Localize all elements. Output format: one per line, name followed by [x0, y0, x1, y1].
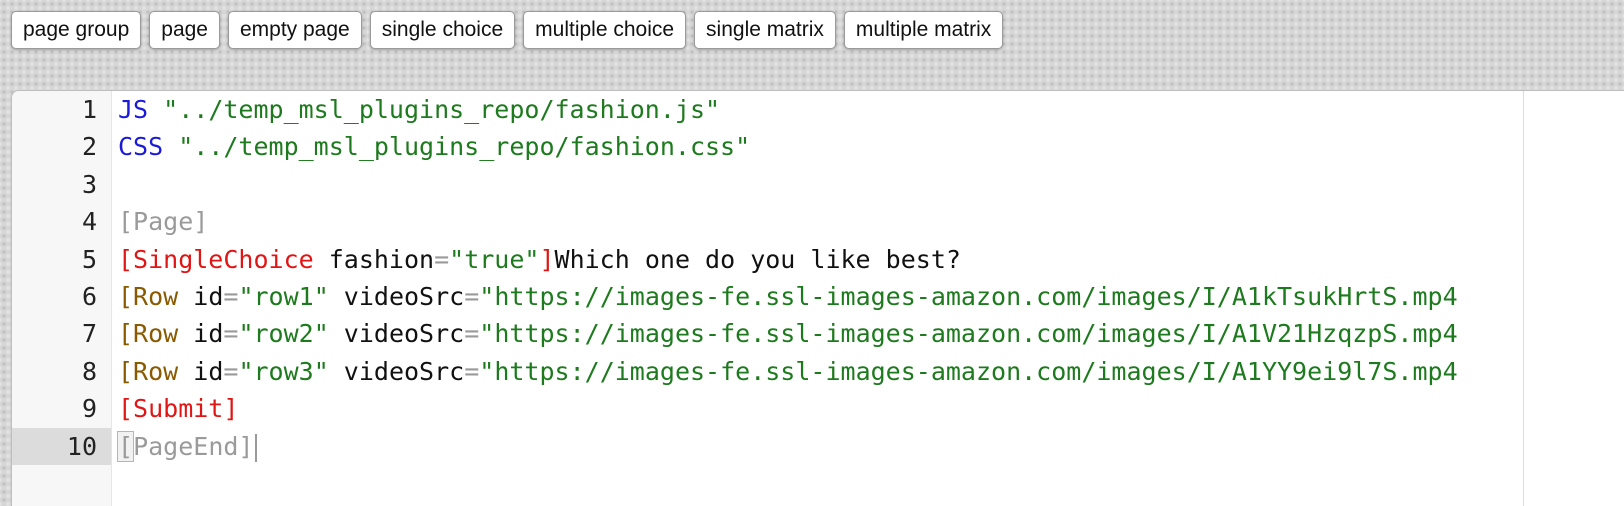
code-line-9[interactable]: [Submit]: [118, 390, 1624, 427]
multiple-matrix-button[interactable]: multiple matrix: [843, 11, 1004, 49]
toolbar: page group page empty page single choice…: [11, 11, 1004, 49]
equals-token: =: [464, 319, 480, 349]
string-token: "https://images-fe.ssl-images-amazon.com…: [479, 319, 1458, 349]
string-token: "row2": [238, 319, 329, 349]
attribute-token: videoSrc: [328, 281, 465, 311]
matched-bracket: [: [116, 430, 135, 462]
code-line-3[interactable]: [118, 166, 1624, 203]
equals-token: =: [223, 356, 239, 386]
equals-token: =: [223, 281, 239, 311]
line-number: 8: [81, 356, 97, 386]
line-number: 5: [81, 244, 97, 274]
equals-token: =: [464, 281, 480, 311]
single-choice-button[interactable]: single choice: [369, 11, 516, 49]
attribute-token: fashion: [313, 244, 435, 274]
line-number: 4: [81, 207, 97, 237]
code-line-2[interactable]: CSS "../temp_msl_plugins_repo/fashion.cs…: [118, 128, 1624, 165]
active-line-number: 10: [12, 427, 111, 465]
equals-token: =: [223, 319, 239, 349]
line-number: 2: [81, 132, 97, 162]
page-tag-token: [Page]: [118, 207, 209, 237]
string-token: "true": [449, 244, 540, 274]
single-matrix-button[interactable]: single matrix: [694, 11, 836, 49]
keyword-token: CSS: [118, 132, 164, 162]
attribute-token: id: [178, 281, 224, 311]
code-line-7[interactable]: [Row id="row2" videoSrc="https://images-…: [118, 315, 1624, 352]
row-tag-token: [Row: [118, 356, 179, 386]
tag-token: [Submit]: [118, 394, 239, 424]
attribute-token: videoSrc: [328, 356, 465, 386]
line-number-gutter: 1 2 3 4 5 6 7 8 9 10: [12, 91, 112, 506]
code-line-6[interactable]: [Row id="row1" videoSrc="https://images-…: [118, 278, 1624, 315]
line-number: 9: [81, 394, 97, 424]
text-token: Which one do you like best?: [554, 244, 961, 274]
page-button[interactable]: page: [149, 11, 220, 49]
empty-page-button[interactable]: empty page: [227, 11, 362, 49]
code-line-10[interactable]: [PageEnd]: [116, 428, 1624, 465]
code-line-8[interactable]: [Row id="row3" videoSrc="https://images-…: [118, 353, 1624, 390]
code-line-4[interactable]: [Page]: [118, 203, 1624, 240]
code-area[interactable]: JS "../temp_msl_plugins_repo/fashion.js"…: [116, 91, 1624, 506]
page-group-button[interactable]: page group: [11, 11, 142, 49]
attribute-token: id: [178, 356, 224, 386]
multiple-choice-button[interactable]: multiple choice: [523, 11, 687, 49]
attribute-token: videoSrc: [328, 319, 465, 349]
tag-token: ]: [539, 244, 555, 274]
attribute-token: id: [178, 319, 224, 349]
row-tag-token: [Row: [118, 281, 179, 311]
keyword-token: JS: [118, 95, 149, 124]
string-token: "../temp_msl_plugins_repo/fashion.css": [163, 132, 751, 162]
string-token: "row1": [238, 281, 329, 311]
code-line-1[interactable]: JS "../temp_msl_plugins_repo/fashion.js": [118, 91, 1624, 128]
line-number: 6: [81, 281, 97, 311]
print-margin-line: [1523, 91, 1524, 506]
string-token: "row3": [238, 356, 329, 386]
page-end-tag-token: PageEnd]: [133, 431, 254, 461]
line-number: 7: [81, 319, 97, 349]
string-token: "https://images-fe.ssl-images-amazon.com…: [479, 356, 1458, 386]
row-tag-token: [Row: [118, 319, 179, 349]
string-token: "../temp_msl_plugins_repo/fashion.js": [148, 95, 721, 124]
code-line-5[interactable]: [SingleChoice fashion="true"]Which one d…: [118, 241, 1624, 278]
code-editor[interactable]: 1 2 3 4 5 6 7 8 9 10 JS "../temp_msl_plu…: [11, 90, 1624, 506]
equals-token: =: [434, 244, 450, 274]
equals-token: =: [464, 356, 480, 386]
string-token: "https://images-fe.ssl-images-amazon.com…: [479, 281, 1458, 311]
line-number: 1: [81, 95, 97, 124]
line-number: 3: [81, 169, 97, 199]
text-cursor: [255, 433, 258, 462]
tag-token: [SingleChoice: [118, 244, 314, 274]
